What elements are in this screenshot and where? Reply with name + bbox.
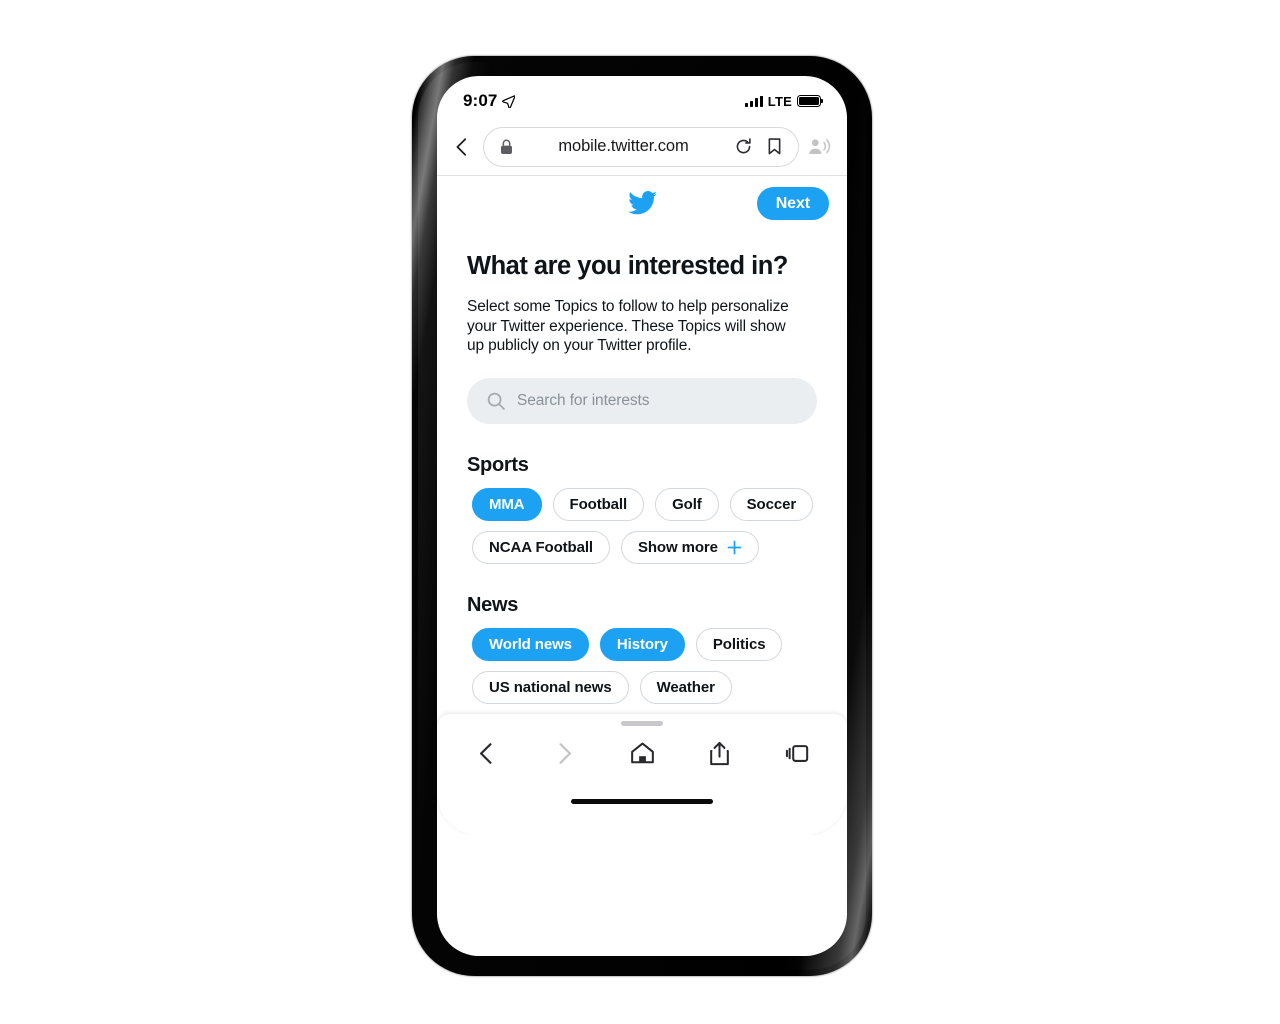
home-indicator	[571, 799, 713, 804]
url-input[interactable]: mobile.twitter.com	[483, 126, 799, 167]
bookmark-icon[interactable]	[765, 137, 784, 156]
reader-person-icon[interactable]	[807, 136, 831, 158]
topic-chip[interactable]: MMA	[472, 488, 542, 522]
topic-chip[interactable]: Politics	[695, 628, 783, 662]
twitter-app-header: Next	[437, 176, 847, 230]
home-icon[interactable]	[629, 740, 656, 767]
location-arrow-icon	[502, 94, 516, 108]
phone-screen: 9:07 LTE mobile.twitter.com Next What ar…	[437, 76, 847, 956]
next-button[interactable]: Next	[756, 187, 829, 220]
topic-chip[interactable]: Weather	[639, 671, 732, 705]
carrier-tech-label: LTE	[767, 93, 792, 109]
browser-toolbar	[437, 726, 847, 767]
browser-address-bar: mobile.twitter.com	[437, 118, 847, 176]
topic-chip[interactable]: Soccer	[729, 488, 814, 522]
status-bar: 9:07 LTE	[437, 76, 847, 118]
signal-bars-icon	[744, 95, 763, 107]
url-text: mobile.twitter.com	[558, 137, 689, 155]
web-page-content: Next What are you interested in? Select …	[437, 176, 847, 835]
twitter-bird-icon	[627, 191, 657, 215]
chevron-left-icon[interactable]	[473, 740, 500, 767]
share-icon[interactable]	[706, 740, 733, 767]
chevron-left-icon[interactable]	[451, 136, 473, 158]
section-title: News	[467, 594, 519, 617]
search-placeholder: Search for interests	[517, 392, 650, 410]
status-time-group: 9:07	[463, 91, 516, 111]
topic-chip[interactable]: History	[599, 628, 685, 662]
tabs-icon[interactable]	[784, 740, 811, 767]
status-indicators: LTE	[744, 93, 824, 109]
show-more-label: Show more	[637, 539, 718, 557]
chevron-right-icon	[559, 743, 571, 764]
topic-chip[interactable]: World news	[472, 628, 589, 662]
plus-icon	[727, 540, 742, 555]
topic-chip[interactable]: Football	[552, 488, 645, 522]
search-interests-field[interactable]: Search for interests	[467, 378, 817, 425]
page-title: What are you interested in?	[467, 252, 788, 280]
reload-icon[interactable]	[734, 137, 753, 156]
lock-icon	[501, 139, 512, 154]
section-title: Sports	[467, 454, 529, 477]
show-more-button[interactable]: Show more	[620, 531, 759, 565]
topic-chip[interactable]: Golf	[655, 488, 719, 522]
browser-bottom-sheet	[437, 714, 847, 835]
battery-full-icon	[797, 95, 824, 107]
status-time: 9:07	[463, 91, 498, 110]
topic-chip[interactable]: US national news	[472, 671, 629, 705]
search-icon	[487, 392, 505, 410]
topic-chip[interactable]: NCAA Football	[472, 531, 610, 565]
topic-chip-group: MMA Football Golf Soccer NCAA Football Show m…	[467, 488, 817, 565]
page-description: Select some Topics to follow to help per…	[467, 298, 789, 355]
